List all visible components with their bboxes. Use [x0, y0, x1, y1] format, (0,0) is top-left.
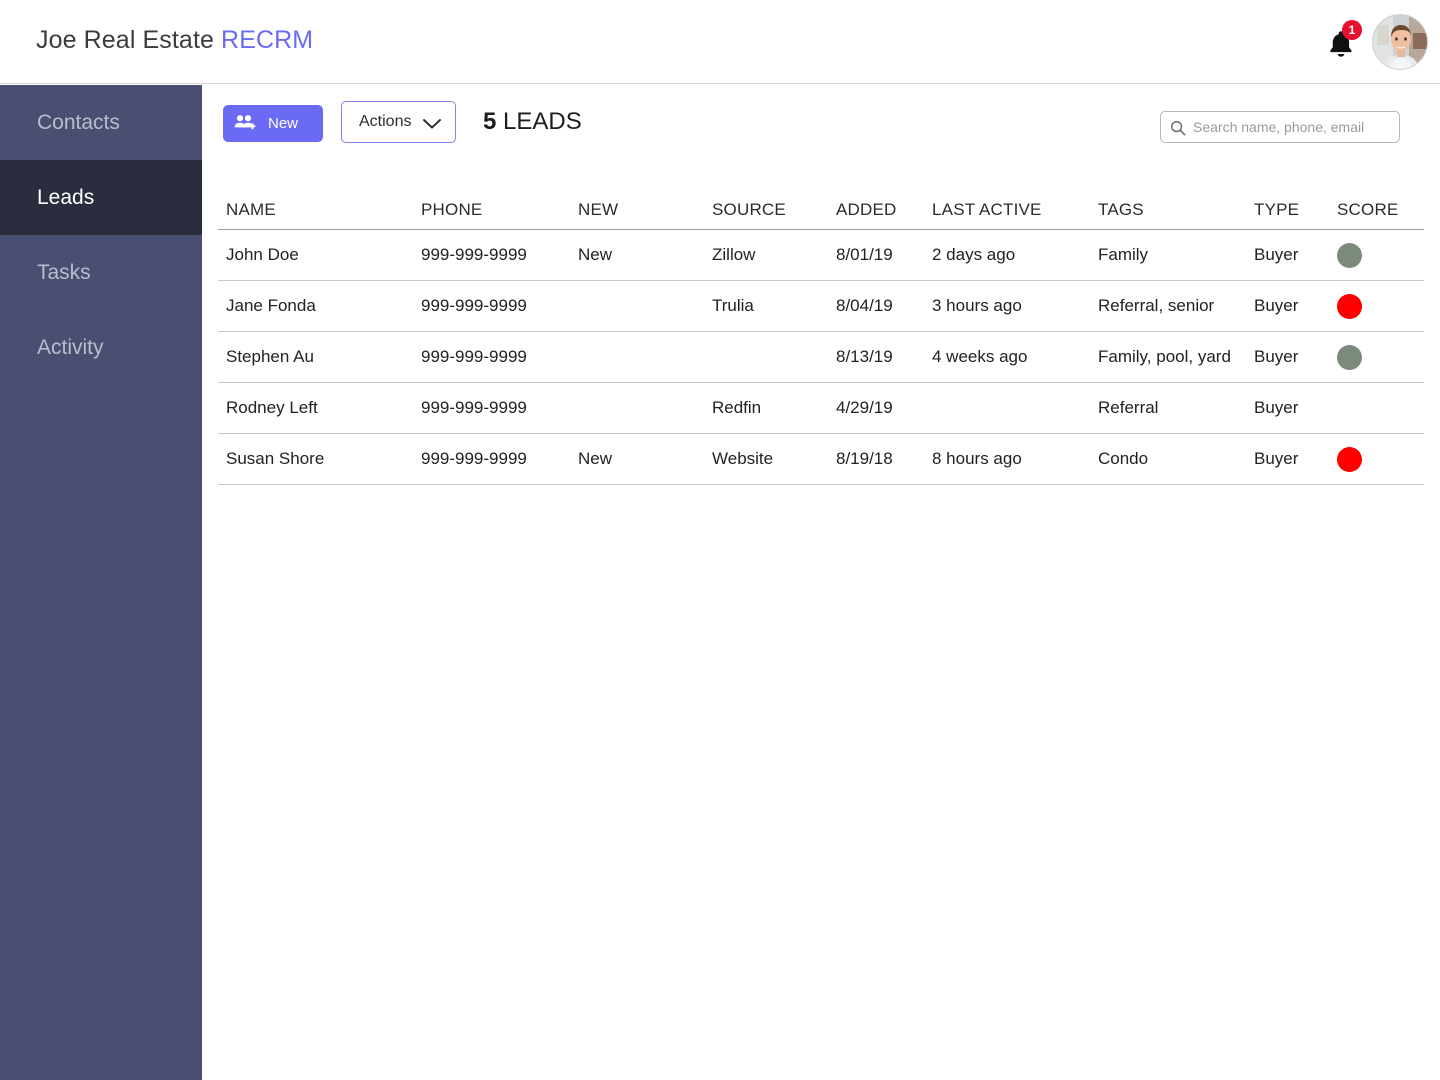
brand-main-text: Joe Real Estate [36, 26, 214, 54]
lead-count: 5 LEADS [483, 103, 582, 141]
cell-source: Zillow [712, 245, 756, 264]
column-header-phone[interactable]: PHONE [421, 190, 576, 229]
cell-last-active: 8 hours ago [932, 449, 1022, 468]
column-header-new[interactable]: NEW [578, 190, 708, 229]
cell-source [712, 332, 832, 382]
add-people-icon [234, 114, 256, 137]
cell-phone: 999-999-9999 [421, 449, 527, 468]
cell-added: 8/04/19 [836, 296, 893, 315]
leads-table: NAME PHONE NEW SOURCE ADDED LAST ACTIVE … [218, 190, 1424, 485]
new-lead-button[interactable]: New [223, 105, 323, 142]
sidebar-item-label: Tasks [37, 261, 91, 284]
cell-added: 8/01/19 [836, 245, 893, 264]
cell-type: Buyer [1254, 398, 1299, 417]
cell-name: John Doe [226, 245, 299, 264]
column-header-tags[interactable]: TAGS [1098, 190, 1248, 229]
cell-new: New [578, 245, 613, 264]
cell-tags: Family, pool, yard [1098, 347, 1231, 366]
cell-added: 8/13/19 [836, 347, 893, 366]
table-row[interactable]: Jane Fonda 999-999-9999 Trulia 8/04/19 3… [218, 281, 1424, 332]
cell-tags: Referral, senior [1098, 296, 1215, 315]
search-input[interactable] [1191, 112, 1396, 142]
brand-accent-text: RECRM [221, 26, 314, 54]
sidebar-item-contacts[interactable]: Contacts [0, 85, 202, 160]
sidebar-item-leads[interactable]: Leads [0, 160, 202, 235]
table-header-row: NAME PHONE NEW SOURCE ADDED LAST ACTIVE … [218, 190, 1424, 230]
column-header-source[interactable]: SOURCE [712, 190, 832, 229]
toolbar: New Actions 5 LEADS [202, 85, 1440, 165]
app-brand: Joe Real Estate RECRM [36, 26, 313, 55]
table-row[interactable]: Stephen Au 999-999-9999 8/13/19 4 weeks … [218, 332, 1424, 383]
column-header-score[interactable]: SCORE [1337, 190, 1417, 229]
cell-source: Redfin [712, 398, 762, 417]
column-header-last-active[interactable]: LAST ACTIVE [932, 190, 1094, 229]
cell-last-active: 4 weeks ago [932, 347, 1028, 366]
search-icon [1170, 120, 1186, 141]
cell-score [1337, 434, 1417, 484]
sidebar: Contacts Leads Tasks Activity [0, 85, 202, 1080]
cell-score [1337, 281, 1417, 331]
sidebar-item-label: Leads [37, 186, 95, 209]
avatar[interactable] [1372, 14, 1428, 70]
cell-tags: Family [1098, 245, 1149, 264]
cell-type: Buyer [1254, 296, 1299, 315]
lead-count-label: LEADS [496, 108, 582, 135]
cell-last-active: 2 days ago [932, 245, 1016, 264]
notification-count-badge: 1 [1342, 20, 1362, 40]
cell-name: Rodney Left [226, 398, 318, 417]
cell-type: Buyer [1254, 245, 1299, 264]
cell-last-active: 3 hours ago [932, 296, 1022, 315]
cell-type: Buyer [1254, 347, 1299, 366]
cell-phone: 999-999-9999 [421, 245, 527, 264]
cell-new [578, 332, 708, 382]
cell-score [1337, 383, 1417, 433]
sidebar-item-activity[interactable]: Activity [0, 310, 202, 385]
search-box[interactable] [1160, 111, 1400, 143]
column-header-type[interactable]: TYPE [1254, 190, 1336, 229]
score-dot [1337, 344, 1362, 370]
cell-phone: 999-999-9999 [421, 398, 527, 417]
actions-button-label: Actions [359, 113, 412, 130]
score-dot [1337, 293, 1362, 319]
sidebar-item-label: Contacts [37, 111, 120, 134]
cell-score [1337, 230, 1417, 280]
cell-source: Trulia [712, 296, 754, 315]
table-row[interactable]: Rodney Left 999-999-9999 Redfin 4/29/19 … [218, 383, 1424, 434]
column-header-name[interactable]: NAME [226, 190, 416, 229]
main-content: New Actions 5 LEADS Search name, phone, … [202, 85, 1440, 1080]
column-header-added[interactable]: ADDED [836, 190, 928, 229]
cell-new: New [578, 449, 613, 468]
chevron-down-icon [422, 117, 442, 135]
cell-new [578, 383, 708, 433]
table-row[interactable]: John Doe 999-999-9999 New Zillow 8/01/19… [218, 230, 1424, 281]
cell-tags: Referral [1098, 398, 1159, 417]
cell-tags: Condo [1098, 449, 1149, 468]
cell-score [1337, 332, 1417, 382]
cell-source: Website [712, 449, 774, 468]
sidebar-item-tasks[interactable]: Tasks [0, 235, 202, 310]
cell-added: 8/19/18 [836, 449, 893, 468]
sidebar-item-label: Activity [37, 336, 104, 359]
cell-phone: 999-999-9999 [421, 296, 527, 315]
cell-name: Stephen Au [226, 347, 314, 366]
top-bar: Joe Real Estate RECRM 1 [0, 0, 1440, 84]
score-dot [1337, 242, 1362, 268]
lead-count-number: 5 [483, 108, 497, 135]
cell-name: Susan Shore [226, 449, 325, 468]
avatar-photo [1373, 15, 1427, 69]
actions-dropdown-button[interactable]: Actions [341, 101, 456, 143]
table-row[interactable]: Susan Shore 999-999-9999 New Website 8/1… [218, 434, 1424, 485]
app-root: Joe Real Estate RECRM 1 Contacts Leads T… [0, 0, 1440, 1080]
cell-added: 4/29/19 [836, 398, 893, 417]
notifications-button[interactable]: 1 [1322, 20, 1366, 64]
cell-type: Buyer [1254, 449, 1299, 468]
cell-name: Jane Fonda [226, 296, 316, 315]
score-dot [1337, 446, 1362, 472]
cell-phone: 999-999-9999 [421, 347, 527, 366]
cell-new [578, 281, 708, 331]
new-lead-button-label: New [268, 115, 299, 132]
cell-last-active [932, 383, 1094, 433]
